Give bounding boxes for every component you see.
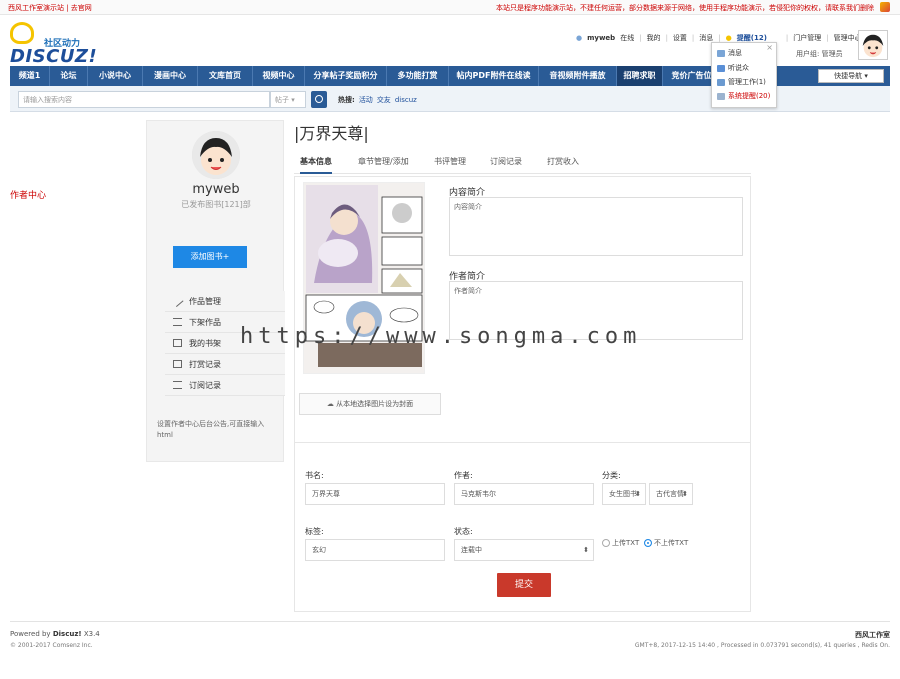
site-name-link[interactable]: 西风工作室: [855, 630, 890, 640]
intro-textarea[interactable]: 内容简介: [449, 197, 743, 256]
site-logo[interactable]: 社区动力 DISCUZ!: [10, 22, 97, 67]
author-avatar: [192, 131, 240, 179]
nav-video-center[interactable]: 视频中心: [253, 66, 305, 86]
tab-subscriptions[interactable]: 订阅记录: [490, 156, 522, 174]
reminders-dropdown: × 消息 听说众 管理工作(1) 系统提醒(20): [711, 42, 777, 108]
cloud-upload-icon: ☁: [326, 400, 334, 408]
card-icon: [173, 339, 182, 347]
nav-channel1[interactable]: 频道1: [10, 66, 50, 86]
bulb-icon: [10, 22, 34, 44]
submit-button[interactable]: 提交: [497, 573, 551, 597]
tab-chapters[interactable]: 章节管理/添加: [358, 156, 409, 174]
author-sidebar: myweb 已发布图书[121]部 添加图书+ 作品管理 下架作品 我的书架 打…: [146, 120, 285, 462]
add-book-button[interactable]: 添加图书+: [173, 246, 247, 268]
quick-nav-button[interactable]: 快捷导航 ▾: [818, 69, 884, 83]
author-label: 作者:: [454, 471, 473, 480]
listen-icon: [717, 64, 725, 72]
gift-icon: [173, 360, 182, 368]
nav-novel-center[interactable]: 小说中心: [88, 66, 143, 86]
username-link[interactable]: myweb: [587, 34, 615, 42]
nav-av-player[interactable]: 音视频附件播放: [539, 66, 617, 86]
bulb-small-icon: ●: [725, 34, 732, 42]
copyright: © 2001-2017 Comsenz Inc.: [10, 642, 93, 649]
list-icon: [173, 381, 182, 389]
nav-forum[interactable]: 论坛: [50, 66, 88, 86]
book-title: |万界天尊|: [294, 124, 369, 143]
book-name-label: 书名:: [305, 471, 324, 480]
user-icon: ●: [576, 34, 583, 42]
hot-search-item[interactable]: discuz: [395, 96, 417, 104]
user-avatar[interactable]: [858, 30, 888, 60]
logo-name: DISCUZ!: [10, 46, 98, 67]
search-scope-select[interactable]: 帖子 ▾: [270, 91, 306, 108]
tab-tip-income[interactable]: 打赏收入: [547, 156, 579, 174]
sidebar-notice: 设置作者中心后台公告,可直接输入html: [157, 420, 265, 439]
menu-item-tips[interactable]: 打赏记录: [165, 354, 285, 375]
nav-pdf-reader[interactable]: 帖内PDF附件在线读: [449, 66, 539, 86]
watermark: https://www.songma.com: [240, 324, 642, 349]
choose-cover-button[interactable]: ☁ 从本地选择图片设为封面: [299, 393, 441, 415]
author-center-link[interactable]: 作者中心: [10, 188, 46, 201]
hot-search: 热搜: 活动 交友 discuz: [338, 96, 417, 104]
nav-tipping[interactable]: 多功能打赏: [387, 66, 449, 86]
nav-library-home[interactable]: 文库首页: [198, 66, 253, 86]
txt-noupload-radio[interactable]: 不上传TXT: [644, 538, 688, 548]
mine-link[interactable]: 我的: [647, 34, 661, 42]
dropdown-item-system[interactable]: 系统提醒(20): [717, 91, 770, 101]
close-icon[interactable]: ×: [766, 43, 773, 52]
author-input[interactable]: 马克斯韦尔: [454, 483, 594, 505]
book-editor: |万界天尊| 基本信息 章节管理/添加 书评管理 订阅记录 打赏收入 ☁ 从本地…: [294, 118, 751, 612]
portal-mgmt-link[interactable]: 门户管理: [793, 34, 821, 42]
basic-info-panel: ☁ 从本地选择图片设为封面 内容简介 内容简介 作者简介 作者简介 书名: 万界…: [294, 176, 751, 612]
editor-tabs: 基本信息 章节管理/添加 书评管理 订阅记录 打赏收入: [294, 156, 751, 174]
disclaimer-text: 本站只是程序功能演示站，不建任何运营，部分数据来源于网络，使用手程序功能演示，若…: [496, 4, 874, 12]
tab-basic-info[interactable]: 基本信息: [300, 156, 332, 174]
nav-share-reward[interactable]: 分享帖子奖励积分: [305, 66, 387, 86]
select-arrow-icon: ⬍: [682, 490, 688, 498]
category-sub-select[interactable]: 古代言情 ⬍: [649, 483, 693, 505]
powered-by: Powered by Discuz! X3.4: [10, 630, 100, 638]
author-username: myweb: [192, 182, 240, 197]
nav-jobs[interactable]: 招聘求职: [617, 66, 663, 86]
tags-label: 标签:: [305, 527, 324, 536]
app-icon[interactable]: [880, 2, 890, 12]
site-links[interactable]: 西风工作室演示站 | 去官网: [8, 3, 92, 13]
select-arrow-icon: ⬍: [635, 490, 641, 498]
menu-item-subscriptions[interactable]: 订阅记录: [165, 375, 285, 396]
reminders-link[interactable]: 提醒(12): [737, 34, 767, 42]
select-arrow-icon: ⬍: [583, 546, 589, 554]
book-name-input[interactable]: 万界天尊: [305, 483, 445, 505]
dropdown-item-listeners[interactable]: 听说众: [717, 63, 749, 73]
section-divider: [295, 442, 750, 443]
nav-comic-center[interactable]: 漫画中心: [143, 66, 198, 86]
discuz-link[interactable]: Discuz!: [53, 630, 82, 638]
tab-reviews[interactable]: 书评管理: [434, 156, 466, 174]
dropdown-item-admin-work[interactable]: 管理工作(1): [717, 77, 766, 87]
category-label: 分类:: [602, 471, 621, 480]
debug-stats: GMT+8, 2017-12-15 14:40 , Processed in 0…: [634, 642, 890, 649]
search-icon[interactable]: [311, 91, 327, 108]
book-count: 已发布图书[121]部: [181, 200, 251, 209]
dropdown-item-messages[interactable]: 消息: [717, 48, 742, 58]
search-input[interactable]: 请输入搜索内容: [18, 91, 270, 108]
message-icon: [717, 49, 725, 57]
menu-item-works[interactable]: 作品管理: [165, 291, 285, 312]
settings-link[interactable]: 设置: [673, 34, 687, 42]
tags-input[interactable]: 玄幻: [305, 539, 445, 561]
hot-search-item[interactable]: 交友: [377, 96, 391, 104]
user-group-link[interactable]: 用户组: 管理员: [796, 49, 843, 59]
wrench-icon: [717, 78, 725, 86]
list-icon: [173, 318, 182, 326]
status-select[interactable]: 连载中 ⬍: [454, 539, 594, 561]
pencil-icon: [171, 295, 184, 307]
messages-link[interactable]: 消息: [699, 34, 713, 42]
status-label: 状态:: [454, 527, 473, 536]
category-main-select[interactable]: 女生图书 ⬍: [602, 483, 646, 505]
txt-upload-radio[interactable]: 上传TXT: [602, 538, 639, 548]
online-status[interactable]: 在线: [620, 34, 634, 42]
system-icon: [717, 92, 725, 100]
top-notice-bar: 西风工作室演示站 | 去官网 本站只是程序功能演示站，不建任何运营，部分数据来源…: [0, 0, 900, 15]
footer-divider: [10, 621, 890, 622]
hot-search-item[interactable]: 活动: [359, 96, 373, 104]
